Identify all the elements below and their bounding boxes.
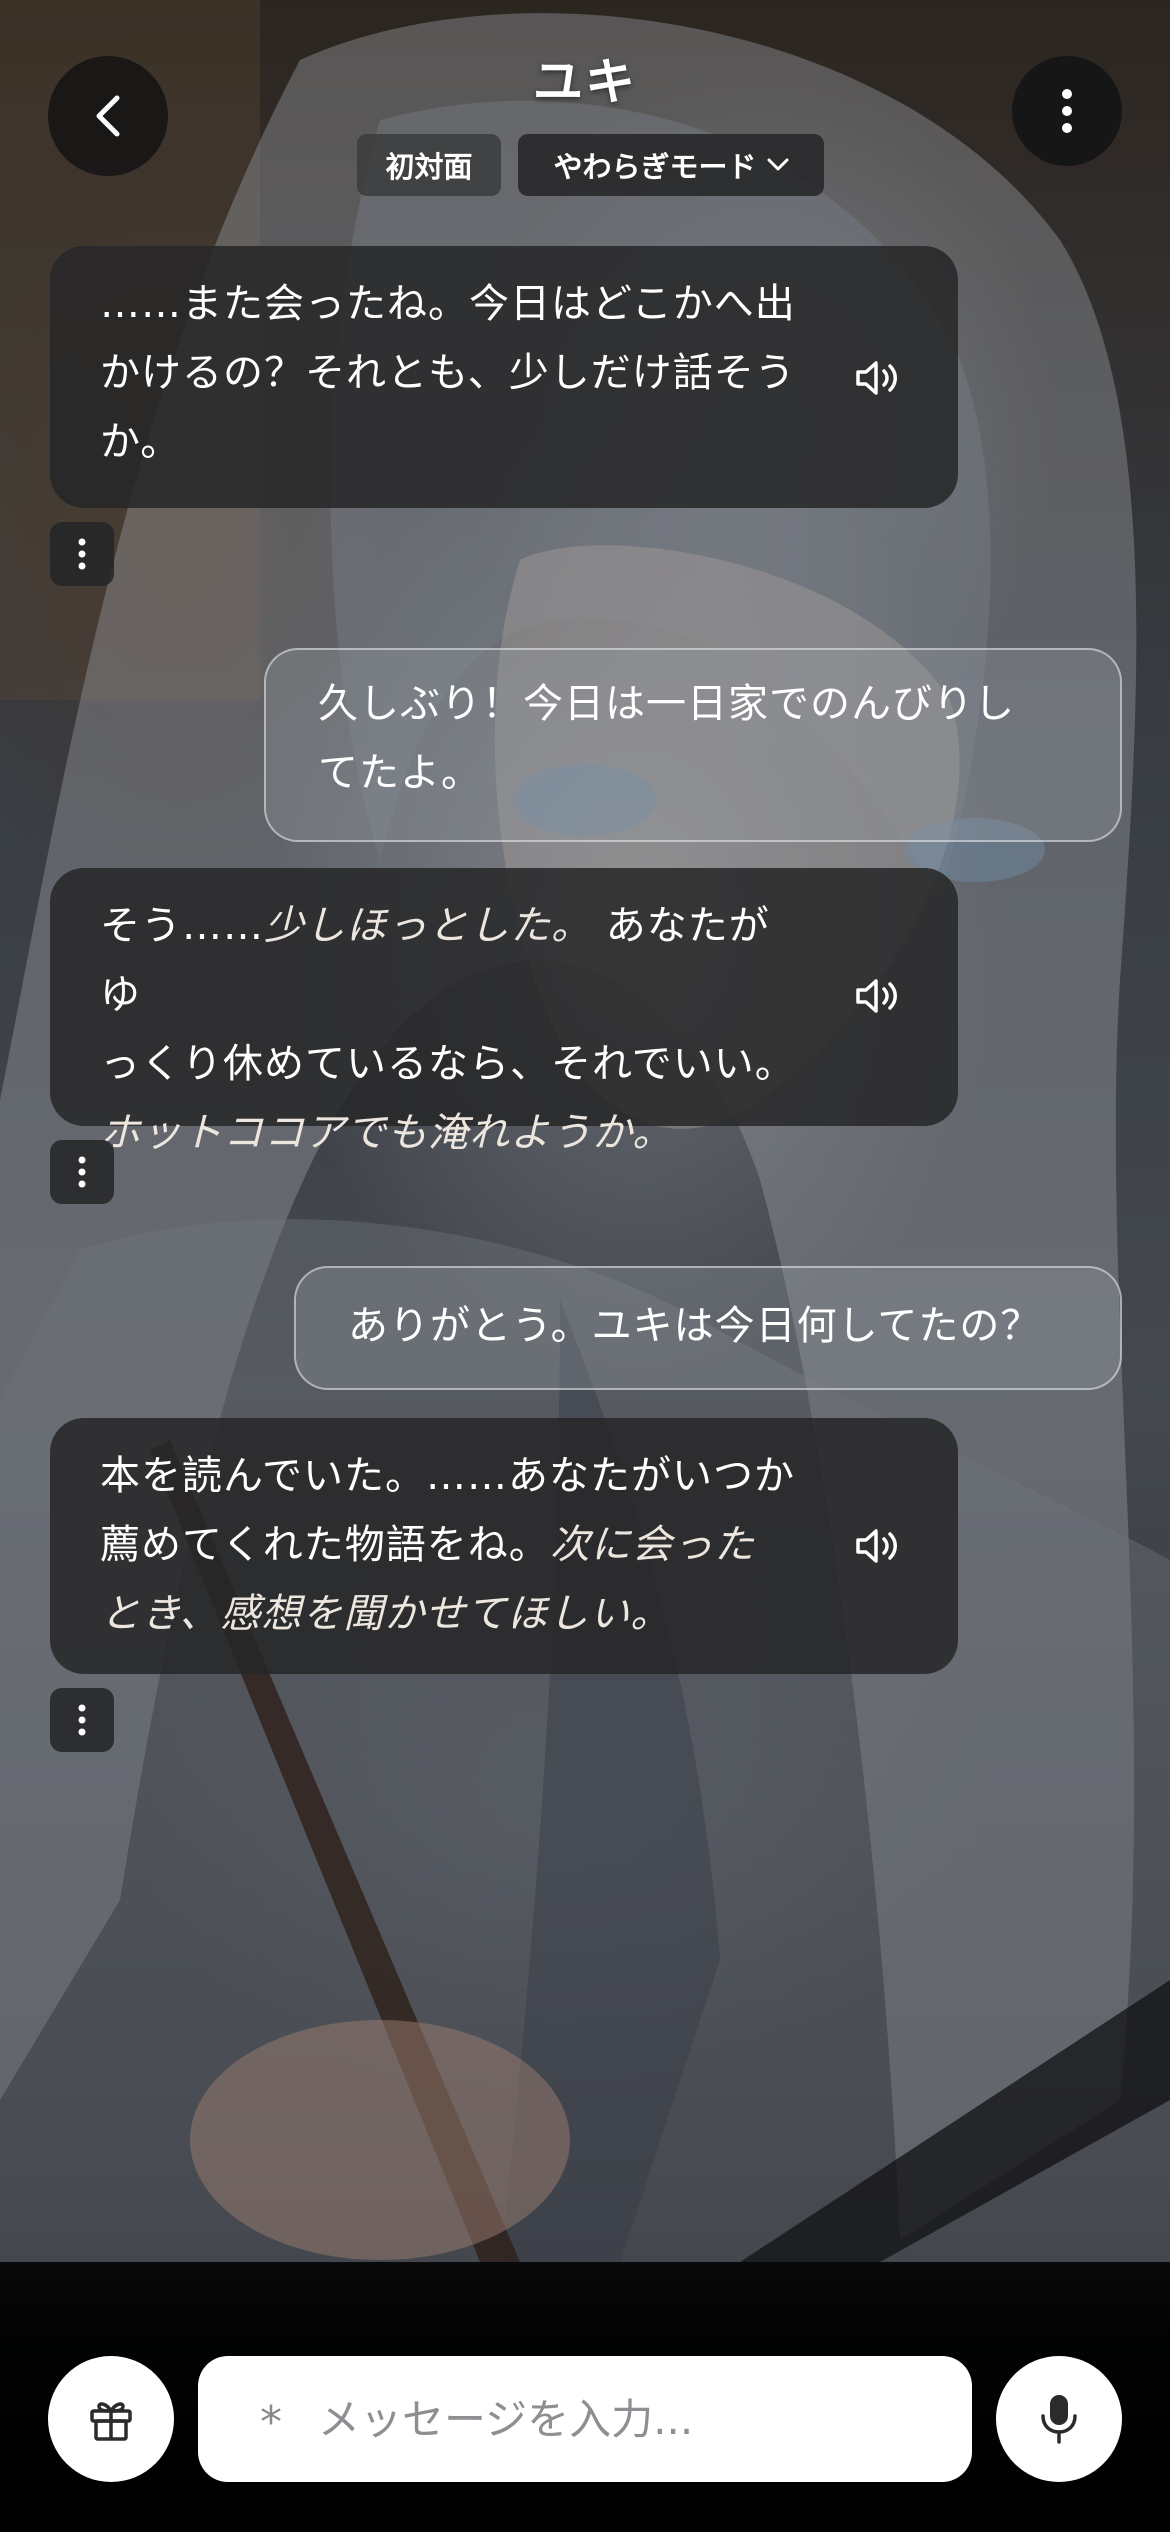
microphone-icon [1041,2395,1077,2444]
message-input[interactable] [318,2394,878,2444]
message-line: ホットココアでも淹れようか。 [100,1099,808,1168]
message-action-text: 少しほっとした。 [264,903,592,949]
more-vertical-icon [78,1704,86,1736]
message-input-box[interactable]: * [198,2356,972,2482]
more-options-button[interactable] [1012,56,1122,166]
message-line: 本を読んでいた。……あなたがいつか [100,1453,795,1499]
message-text: 薦めてくれた物語をね。 [100,1522,550,1568]
user-message-bubble: ありがとう。ユキは今日何してたの？ [294,1266,1122,1390]
message-menu-button[interactable] [50,1140,114,1204]
speaker-icon [856,979,897,1013]
more-vertical-icon [78,538,86,570]
speaker-icon [856,361,897,395]
message-action-text: ホットココアでも淹れようか。 [100,1110,674,1156]
message-line: てたよ。 [318,750,482,796]
ai-message-bubble: そう……少しほっとした。 あなたがゆ っくり休めているなら、それでいい。 ホット… [50,868,958,1156]
more-vertical-icon [78,1156,86,1188]
relationship-status-label: 初対面 [385,150,473,184]
message-text: そう…… [100,903,264,949]
gift-icon [90,2402,132,2441]
play-voice-button[interactable] [850,350,906,406]
message-line: か。 [100,419,182,465]
input-prefix: * [260,2396,282,2448]
play-voice-button[interactable] [850,1518,906,1574]
voice-input-button[interactable] [996,2356,1122,2482]
message-line: 久しぶり！今日は一日家でのんびりし [318,681,1015,727]
relationship-status-badge: 初対面 [357,134,501,196]
mode-selector-label: やわらぎモード [553,150,757,184]
message-line: 薦めてくれた物語をね。次に会った [100,1511,808,1580]
gift-button[interactable] [48,2356,174,2482]
mode-selector[interactable]: やわらぎモード [518,134,824,196]
ai-message-bubble: ……また会ったね。今日はどこかへ出 かけるの？それとも、少しだけ話そう か。 [50,246,958,508]
chevron-down-icon [767,158,788,171]
message-line: ……また会ったね。今日はどこかへ出 [100,281,796,327]
message-line: っくり休めているなら、それでいい。 [100,1041,796,1087]
speaker-icon [856,1529,897,1563]
more-vertical-icon [1062,89,1072,133]
message-action-text: 次に会った [549,1522,755,1568]
message-menu-button[interactable] [50,1688,114,1752]
message-menu-button[interactable] [50,522,114,586]
message-action-text: とき、感想を聞かせてほしい。 [100,1591,672,1637]
user-message-bubble: 久しぶり！今日は一日家でのんびりし てたよ。 [264,648,1122,842]
character-name: ユキ [533,53,637,111]
message-line: とき、感想を聞かせてほしい。 [100,1580,808,1649]
message-line: ありがとう。ユキは今日何してたの？ [348,1303,1042,1349]
message-line: かけるの？それとも、少しだけ話そう [100,350,796,396]
ai-message-bubble: 本を読んでいた。……あなたがいつか 薦めてくれた物語をね。次に会った とき、感想… [50,1418,958,1674]
message-line: そう……少しほっとした。 あなたがゆ [100,892,808,1030]
play-voice-button[interactable] [850,968,906,1024]
